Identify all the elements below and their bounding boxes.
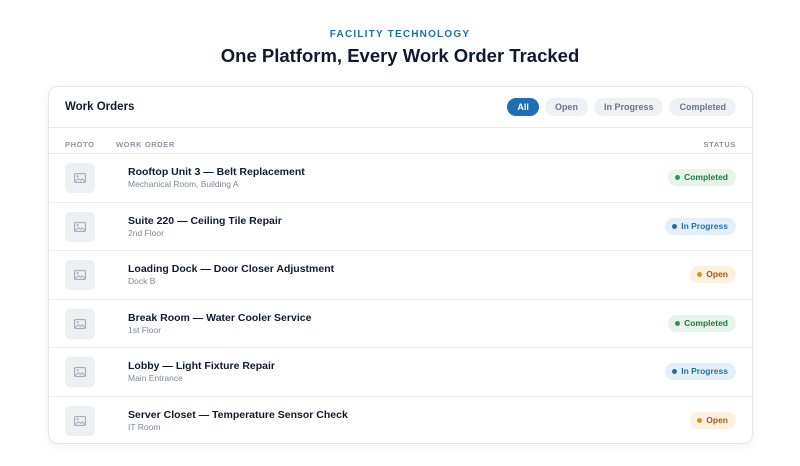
image-placeholder-icon bbox=[74, 173, 86, 183]
status-badge-label: Completed bbox=[684, 172, 728, 182]
work-order-location: Mechanical Room, Building A bbox=[128, 179, 239, 189]
image-placeholder-icon bbox=[74, 270, 86, 280]
image-placeholder-icon bbox=[74, 367, 86, 377]
work-order-title[interactable]: Server Closet — Temperature Sensor Check bbox=[128, 409, 348, 422]
work-orders-card: Work Orders All Open In Progress Complet… bbox=[48, 86, 753, 444]
photo-thumbnail[interactable] bbox=[65, 357, 95, 387]
status-badge-label: Completed bbox=[684, 317, 728, 328]
status-dot-icon bbox=[697, 272, 703, 277]
work-order-list: Rooftop Unit 3 — Belt Replacement Mechani… bbox=[49, 154, 752, 444]
status-dot-icon bbox=[675, 175, 681, 180]
table-row[interactable]: Rooftop Unit 3 — Belt Replacement Mechani… bbox=[49, 154, 752, 203]
photo-thumbnail[interactable] bbox=[65, 163, 95, 193]
card-title: Work Orders bbox=[65, 101, 135, 113]
work-order-location: 2nd Floor bbox=[128, 227, 164, 238]
status-badge: Open bbox=[690, 411, 736, 429]
image-placeholder-icon bbox=[74, 415, 86, 426]
image-placeholder-icon bbox=[74, 318, 86, 329]
status-badge: In Progress bbox=[665, 363, 736, 380]
status-badge-label: In Progress bbox=[681, 220, 728, 231]
work-order-location: Main Entrance bbox=[128, 373, 183, 383]
filter-open-button[interactable]: Open bbox=[544, 98, 588, 116]
section-eyebrow: FACILITY TECHNOLOGY bbox=[329, 29, 471, 40]
filter-in-progress-button[interactable]: In Progress bbox=[593, 98, 664, 116]
filter-all-button[interactable]: All bbox=[507, 98, 539, 116]
work-order-title[interactable]: Suite 220 — Ceiling Tile Repair bbox=[128, 215, 282, 228]
filter-completed-button[interactable]: Completed bbox=[669, 98, 736, 116]
table-row[interactable]: Lobby — Light Fixture Repair Main Entranc… bbox=[49, 348, 752, 397]
column-header-status: STATUS bbox=[703, 140, 736, 149]
status-badge: Completed bbox=[668, 314, 736, 332]
photo-thumbnail[interactable] bbox=[65, 405, 95, 436]
table-row[interactable]: Loading Dock — Door Closer Adjustment Doc… bbox=[49, 251, 752, 300]
status-dot-icon bbox=[672, 223, 678, 229]
work-order-title[interactable]: Lobby — Light Fixture Repair bbox=[128, 360, 275, 373]
table-row[interactable]: Break Room — Water Cooler Service 1st Flo… bbox=[49, 300, 752, 348]
status-badge-label: Open bbox=[706, 269, 728, 279]
photo-thumbnail[interactable] bbox=[65, 308, 95, 339]
status-dot-icon bbox=[697, 417, 703, 423]
page-title: One Platform, Every Work Order Tracked bbox=[220, 45, 580, 66]
photo-thumbnail[interactable] bbox=[65, 211, 95, 242]
card-header: Work Orders All Open In Progress Complet… bbox=[49, 87, 752, 128]
work-order-title[interactable]: Break Room — Water Cooler Service bbox=[128, 312, 311, 325]
column-header-photo: PHOTO bbox=[65, 140, 95, 149]
image-placeholder-icon bbox=[74, 221, 86, 232]
work-order-location: 1st Floor bbox=[128, 324, 162, 335]
status-dot-icon bbox=[672, 369, 678, 374]
work-order-title[interactable]: Rooftop Unit 3 — Belt Replacement bbox=[128, 166, 305, 179]
work-order-location: Dock B bbox=[128, 276, 156, 286]
status-badge-label: In Progress bbox=[681, 366, 728, 376]
status-filter-group: All Open In Progress Completed bbox=[507, 98, 736, 116]
status-badge: Completed bbox=[668, 169, 736, 186]
work-order-location: IT Room bbox=[128, 421, 161, 432]
table-row[interactable]: Suite 220 — Ceiling Tile Repair 2nd Floor… bbox=[49, 203, 752, 251]
table-row[interactable]: Server Closet — Temperature Sensor Check… bbox=[49, 397, 752, 444]
photo-thumbnail[interactable] bbox=[65, 260, 95, 290]
work-order-title[interactable]: Loading Dock — Door Closer Adjustment bbox=[128, 263, 334, 276]
status-badge: Open bbox=[690, 266, 736, 283]
status-badge: In Progress bbox=[665, 217, 736, 235]
status-dot-icon bbox=[675, 320, 681, 326]
status-badge-label: Open bbox=[706, 414, 728, 425]
column-header-work-order: WORK ORDER bbox=[116, 140, 175, 149]
